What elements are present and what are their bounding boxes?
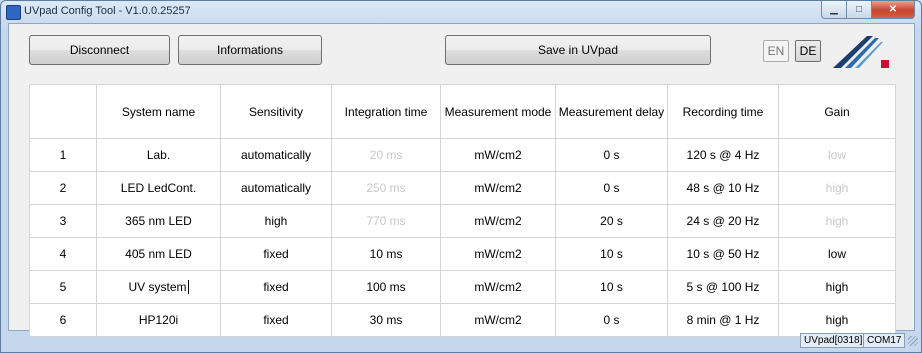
maximize-icon: □ — [855, 4, 863, 15]
table-row: 4 405 nm LED fixed 10 ms mW/cm2 10 s 10 … — [29, 237, 896, 271]
column-header-sensitivity: Sensitivity — [220, 84, 332, 139]
row-index: 5 — [29, 270, 97, 304]
disconnect-button[interactable]: Disconnect — [29, 35, 170, 65]
close-icon: ✕ — [888, 4, 898, 15]
table-row: 3 365 nm LED high 770 ms mW/cm2 20 s 24 … — [29, 204, 896, 238]
save-button-label: Save in UVpad — [537, 43, 619, 57]
table-row: 1 Lab. automatically 20 ms mW/cm2 0 s 12… — [29, 138, 896, 172]
sensitivity-cell[interactable]: high — [220, 204, 332, 238]
system-name-cell[interactable]: 405 nm LED — [96, 237, 221, 271]
measurement-delay-cell[interactable]: 20 s — [555, 204, 668, 238]
app-window: UVpad Config Tool - V1.0.0.25257 ▁ □ ✕ D… — [0, 0, 922, 353]
row-index: 3 — [29, 204, 97, 238]
sensitivity-cell[interactable]: automatically — [220, 138, 332, 172]
measurement-mode-cell[interactable]: mW/cm2 — [440, 171, 556, 205]
recording-time-cell[interactable]: 120 s @ 4 Hz — [667, 138, 779, 172]
measurement-delay-cell[interactable]: 0 s — [555, 138, 668, 172]
measurement-mode-cell[interactable]: mW/cm2 — [440, 204, 556, 238]
measurement-delay-cell[interactable]: 0 s — [555, 171, 668, 205]
informations-button[interactable]: Informations — [178, 35, 322, 65]
row-index: 1 — [29, 138, 97, 172]
config-table: System name Sensitivity Integration time… — [29, 84, 896, 337]
measurement-delay-cell[interactable]: 10 s — [555, 237, 668, 271]
row-index: 2 — [29, 171, 97, 205]
save-in-uvpad-button[interactable]: Save in UVpad — [445, 35, 711, 65]
system-name-cell-editing[interactable]: UV system — [96, 270, 221, 304]
gain-cell: high — [778, 171, 896, 205]
app-icon — [6, 5, 21, 20]
row-index: 4 — [29, 237, 97, 271]
gain-cell: low — [778, 138, 896, 172]
table-header-row: System name Sensitivity Integration time… — [29, 84, 896, 139]
column-header-recording-time: Recording time — [667, 84, 779, 139]
close-button[interactable]: ✕ — [872, 1, 915, 19]
column-header-index — [29, 84, 97, 139]
column-header-measurement-delay: Measurement delay — [555, 84, 668, 139]
recording-time-cell[interactable]: 24 s @ 20 Hz — [667, 204, 779, 238]
measurement-delay-cell[interactable]: 10 s — [555, 270, 668, 304]
minimize-button[interactable]: ▁ — [821, 1, 847, 19]
recording-time-cell[interactable]: 10 s @ 50 Hz — [667, 237, 779, 271]
system-name-edit-text[interactable]: UV system — [128, 280, 186, 294]
integration-time-cell: 770 ms — [331, 204, 441, 238]
minimize-icon: ▁ — [830, 4, 838, 15]
sensitivity-cell[interactable]: automatically — [220, 171, 332, 205]
column-header-measurement-mode: Measurement mode — [440, 84, 556, 139]
main-panel: Disconnect Informations Save in UVpad EN… — [8, 23, 915, 337]
sensitivity-cell[interactable]: fixed — [220, 237, 332, 271]
window-title: UVpad Config Tool - V1.0.0.25257 — [24, 5, 191, 17]
sensitivity-cell[interactable]: fixed — [220, 270, 332, 304]
recording-time-cell[interactable]: 48 s @ 10 Hz — [667, 171, 779, 205]
integration-time-cell[interactable]: 10 ms — [331, 237, 441, 271]
column-header-system-name: System name — [96, 84, 221, 139]
title-bar[interactable]: UVpad Config Tool - V1.0.0.25257 ▁ □ ✕ — [1, 1, 921, 23]
gain-cell[interactable]: high — [778, 270, 896, 304]
system-name-cell[interactable]: 365 nm LED — [96, 204, 221, 238]
company-logo — [833, 36, 889, 68]
gain-cell[interactable]: low — [778, 237, 896, 271]
maximize-button[interactable]: □ — [847, 1, 872, 19]
informations-button-label: Informations — [216, 43, 284, 57]
integration-time-cell[interactable]: 100 ms — [331, 270, 441, 304]
status-bar: UVpad[0318] COM17 — [1, 330, 921, 352]
measurement-mode-cell[interactable]: mW/cm2 — [440, 138, 556, 172]
language-en-button[interactable]: EN — [763, 40, 789, 62]
gain-cell: high — [778, 204, 896, 238]
measurement-mode-cell[interactable]: mW/cm2 — [440, 237, 556, 271]
device-status: UVpad[0318] — [800, 333, 867, 348]
system-name-cell[interactable]: LED LedCont. — [96, 171, 221, 205]
measurement-mode-cell[interactable]: mW/cm2 — [440, 270, 556, 304]
text-cursor — [187, 280, 189, 295]
column-header-integration-time: Integration time — [331, 84, 441, 139]
table-row: 5 UV system fixed 100 ms mW/cm2 10 s 5 s… — [29, 270, 896, 304]
resize-grip-icon[interactable] — [908, 336, 918, 346]
port-status: COM17 — [863, 333, 906, 348]
disconnect-button-label: Disconnect — [69, 43, 130, 57]
language-de-button[interactable]: DE — [795, 40, 821, 62]
table-row: 2 LED LedCont. automatically 250 ms mW/c… — [29, 171, 896, 205]
integration-time-cell: 20 ms — [331, 138, 441, 172]
recording-time-cell[interactable]: 5 s @ 100 Hz — [667, 270, 779, 304]
system-name-cell[interactable]: Lab. — [96, 138, 221, 172]
caption-buttons: ▁ □ ✕ — [821, 1, 915, 19]
column-header-gain: Gain — [778, 84, 896, 139]
integration-time-cell: 250 ms — [331, 171, 441, 205]
